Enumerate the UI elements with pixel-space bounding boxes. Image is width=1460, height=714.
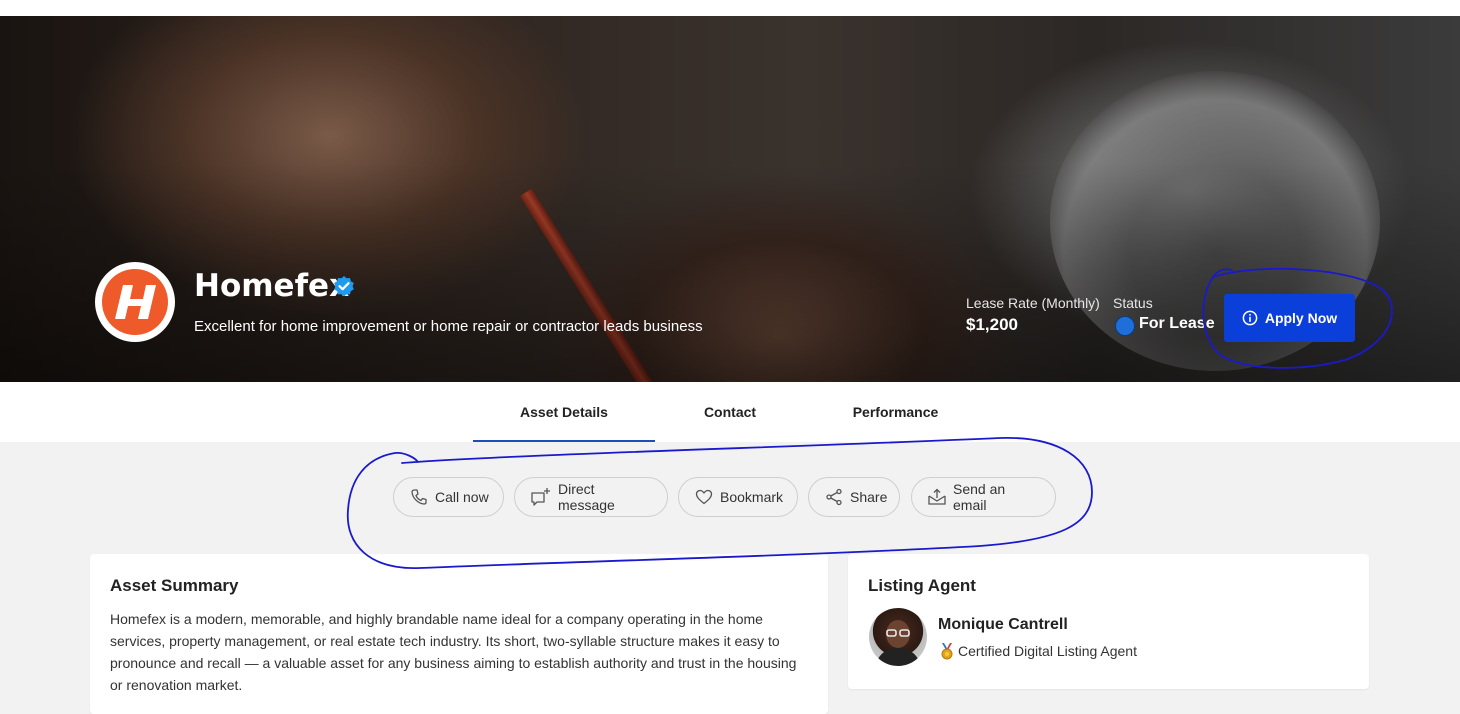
medal-icon [941,643,953,660]
status-label: Status [1113,295,1153,311]
heart-icon [695,489,713,505]
asset-summary-line: pronounce and recall — a valuable asset … [110,655,797,671]
tab-contact[interactable]: Contact [655,382,805,442]
asset-summary-line: Homefex is a modern, memorable, and high… [110,611,763,627]
brand-name: Homefex [194,268,350,304]
asset-summary-text: Homefex is a modern, memorable, and high… [110,608,810,696]
asset-summary-card: Asset Summary Homefex is a modern, memor… [90,554,828,714]
chat-plus-icon [531,488,550,506]
apply-now-button[interactable]: Apply Now [1224,294,1355,342]
send-email-button[interactable]: Send an email [911,477,1056,517]
brand-logo [95,262,175,342]
asset-summary-line: or renovation market. [110,677,243,693]
brand-logo-mark [102,269,168,335]
direct-message-label: Direct message [558,481,615,513]
phone-icon [411,489,427,505]
share-icon [826,488,842,506]
status-value: For Lease [1139,315,1215,332]
tab-label: Performance [852,404,939,420]
tab-bar: Asset Details Contact Performance [0,382,1460,442]
bookmark-label: Bookmark [720,489,784,505]
direct-message-button[interactable]: Direct message [514,477,668,517]
listing-agent-card: Listing Agent Monique Cantrell Certified… [848,554,1369,689]
info-icon [1242,310,1258,326]
tab-asset-details[interactable]: Asset Details [473,382,655,442]
apply-now-label: Apply Now [1264,310,1338,326]
agent-name[interactable]: Monique Cantrell [938,616,1068,634]
status-dot-icon [1115,316,1135,336]
share-button[interactable]: Share [808,477,900,517]
verified-badge-icon [334,276,354,297]
lease-rate-label: Lease Rate (Monthly) [966,295,1100,311]
call-now-button[interactable]: Call now [393,477,504,517]
asset-summary-line: services, property management, or real e… [110,633,780,649]
asset-summary-title: Asset Summary [110,576,239,595]
listing-agent-title: Listing Agent [868,576,976,595]
brand-logo-letter-icon [115,285,156,319]
send-email-label: Send an email [953,481,1006,513]
agent-portrait-icon [875,620,921,666]
bookmark-button[interactable]: Bookmark [678,477,798,517]
share-label: Share [850,489,888,505]
agent-role-label: Certified Digital Listing Agent [958,643,1137,659]
top-strip [0,0,1460,16]
brand-tagline: Excellent for home improvement or home r… [194,318,703,335]
agent-avatar[interactable] [869,608,927,666]
call-now-label: Call now [435,489,489,505]
tab-label: Asset Details [520,404,608,420]
agent-role: Certified Digital Listing Agent [938,642,1137,660]
mail-upload-icon [928,488,946,505]
tab-label: Contact [703,404,757,420]
lease-rate-value: $1,200 [966,315,1018,334]
tab-performance[interactable]: Performance [818,382,973,442]
